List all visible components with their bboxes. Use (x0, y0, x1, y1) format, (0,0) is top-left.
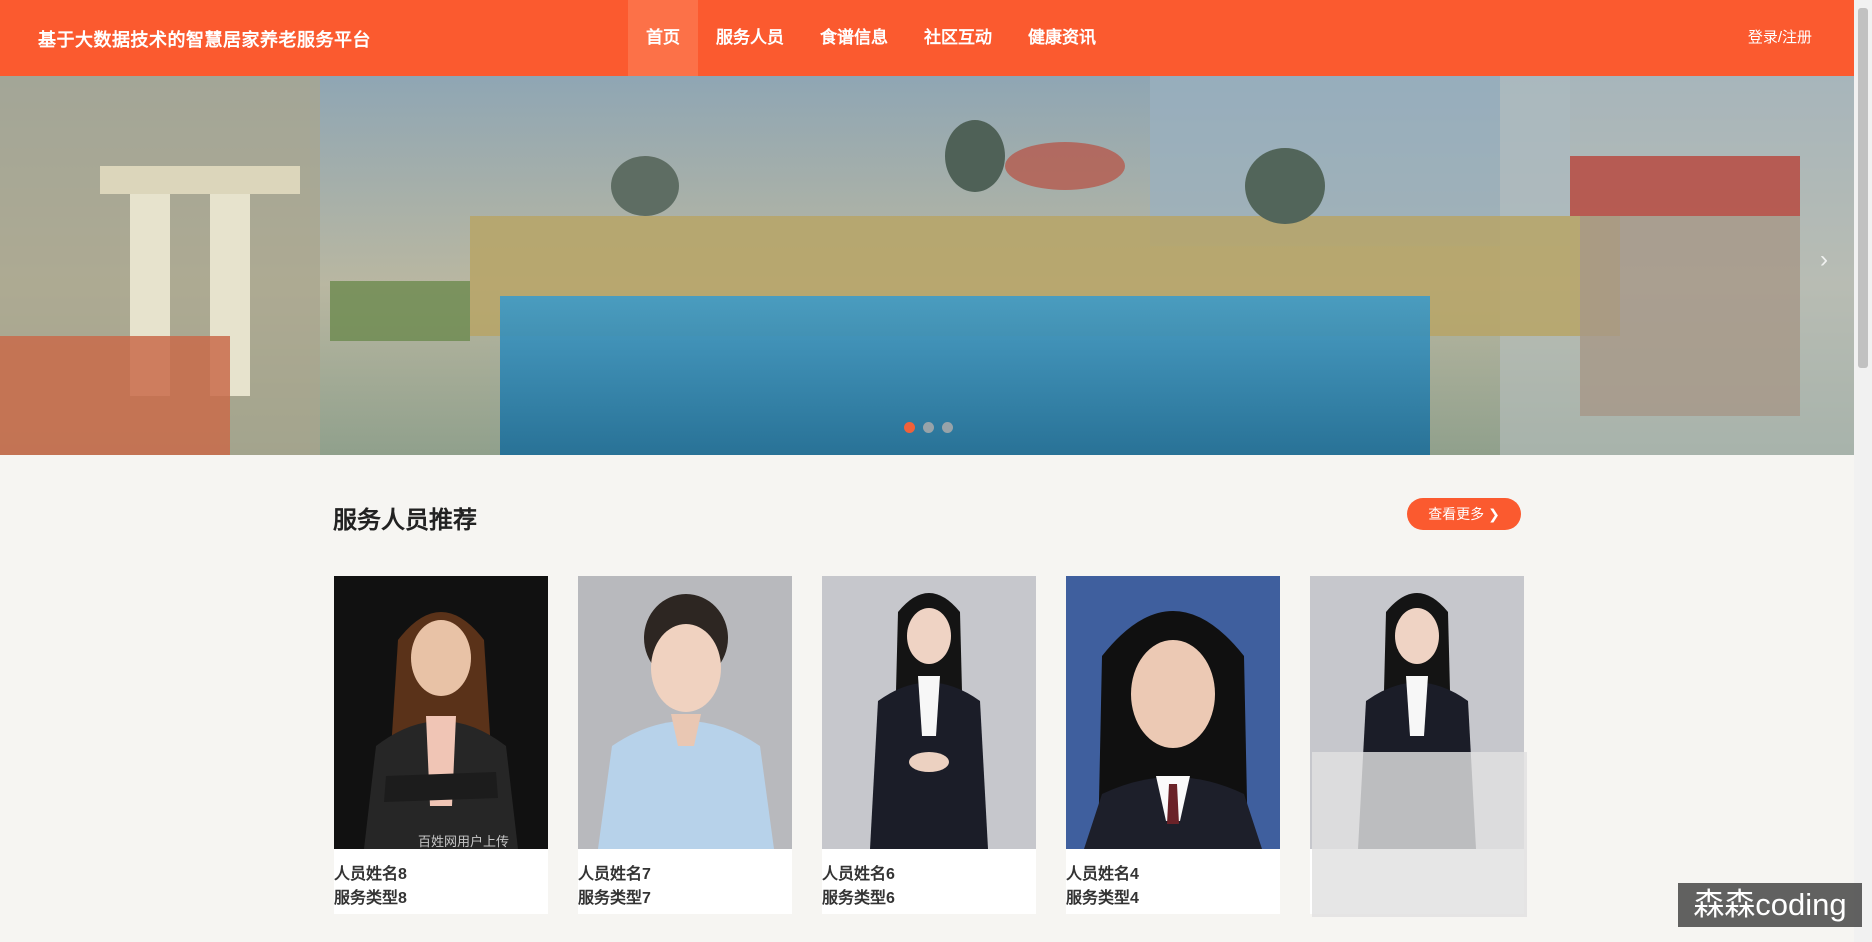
staff-card[interactable]: 人员姓名4 服务类型4 (1066, 576, 1280, 914)
top-nav-bar: 基于大数据技术的智慧居家养老服务平台 首页 服务人员 食谱信息 社区互动 健康资… (0, 0, 1854, 76)
staff-photo (1066, 576, 1280, 849)
nav-home[interactable]: 首页 (628, 0, 698, 76)
section-title: 服务人员推荐 (333, 507, 477, 534)
page-scrollbar[interactable] (1854, 0, 1872, 942)
staff-name: 人员姓名6 (822, 866, 895, 883)
staff-name: 人员姓名7 (578, 866, 651, 883)
staff-card[interactable]: 人员姓名6 服务类型6 (822, 576, 1036, 914)
view-more-label: 查看更多 (1428, 506, 1485, 522)
carousel-dot-1[interactable] (904, 422, 915, 433)
staff-name: 人员姓名8 (334, 866, 407, 883)
blurred-overlay (1312, 752, 1527, 917)
carousel-indicators (904, 422, 953, 433)
nav-health-news[interactable]: 健康资讯 (1010, 0, 1114, 76)
staff-card[interactable]: 百姓网用户上传 人员姓名8 服务类型8 (334, 576, 548, 914)
staff-service-type: 服务类型6 (822, 890, 895, 907)
nav-recipes[interactable]: 食谱信息 (802, 0, 906, 76)
login-register-link[interactable]: 登录/注册 (1748, 26, 1812, 47)
staff-name: 人员姓名4 (1066, 866, 1139, 883)
view-more-button[interactable]: 查看更多 ❯ (1407, 498, 1521, 530)
banner-image (0, 76, 1854, 455)
staff-service-type: 服务类型7 (578, 890, 651, 907)
main-nav: 首页 服务人员 食谱信息 社区互动 健康资讯 (628, 0, 1114, 76)
staff-photo (822, 576, 1036, 849)
staff-photo: 百姓网用户上传 (334, 576, 548, 849)
chevron-right-icon: ❯ (1488, 506, 1500, 522)
chevron-right-icon[interactable]: › (1820, 246, 1828, 274)
nav-community[interactable]: 社区互动 (906, 0, 1010, 76)
staff-card[interactable]: 人员姓名7 服务类型7 (578, 576, 792, 914)
staff-photo (578, 576, 792, 849)
banner-carousel[interactable]: › (0, 76, 1854, 455)
scrollbar-thumb[interactable] (1858, 8, 1868, 368)
staff-service-type: 服务类型4 (1066, 890, 1139, 907)
nav-service-staff[interactable]: 服务人员 (698, 0, 802, 76)
photo-watermark: 百姓网用户上传 (418, 834, 509, 849)
video-watermark: 森森coding (1678, 883, 1862, 927)
carousel-dot-2[interactable] (923, 422, 934, 433)
staff-service-type: 服务类型8 (334, 890, 407, 907)
site-title[interactable]: 基于大数据技术的智慧居家养老服务平台 (38, 26, 371, 52)
carousel-dot-3[interactable] (942, 422, 953, 433)
